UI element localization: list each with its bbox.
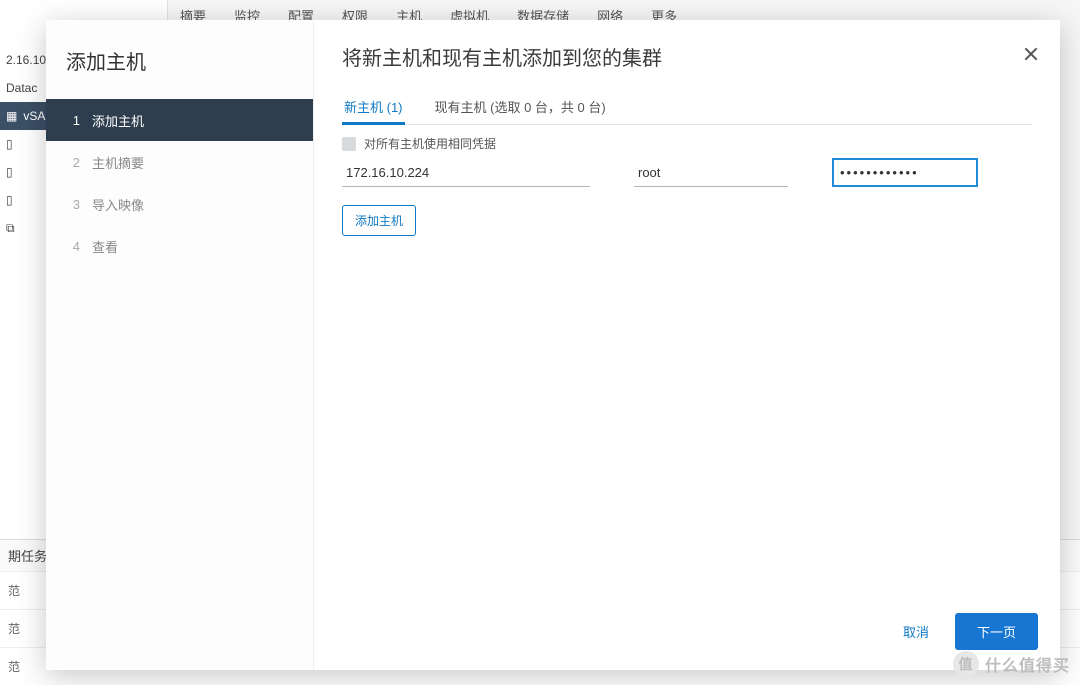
step-label: 主机摘要	[92, 153, 144, 172]
wizard-title: 将新主机和现有主机添加到您的集群	[314, 20, 1060, 91]
wizard-step-add-hosts[interactable]: 1 添加主机	[46, 99, 313, 141]
cancel-button[interactable]: 取消	[895, 614, 937, 649]
same-credentials-toggle[interactable]: 对所有主机使用相同凭据	[342, 135, 1032, 152]
next-button[interactable]: 下一页	[955, 613, 1038, 650]
host-username-input[interactable]	[634, 159, 788, 187]
wizard-step-review[interactable]: 4 查看	[46, 225, 313, 267]
wizard-step-host-summary[interactable]: 2 主机摘要	[46, 141, 313, 183]
wizard-step-import-image[interactable]: 3 导入映像	[46, 183, 313, 225]
host-ip-input[interactable]	[342, 159, 590, 187]
close-icon[interactable]	[1020, 44, 1042, 66]
wizard-main: 将新主机和现有主机添加到您的集群 新主机 (1) 现有主机 (选取 0 台，共 …	[314, 20, 1060, 670]
same-credentials-label: 对所有主机使用相同凭据	[364, 135, 496, 152]
step-label: 查看	[92, 237, 118, 256]
step-label: 添加主机	[92, 111, 144, 130]
tab-existing-hosts[interactable]: 现有主机 (选取 0 台，共 0 台)	[433, 91, 608, 124]
host-row	[342, 158, 1032, 187]
wizard-footer: 取消 下一页	[314, 597, 1060, 670]
tab-new-hosts[interactable]: 新主机 (1)	[342, 91, 405, 124]
host-password-input[interactable]	[832, 158, 978, 187]
step-label: 导入映像	[92, 195, 144, 214]
add-hosts-wizard: 添加主机 1 添加主机 2 主机摘要 3 导入映像 4 查看 将新主机和现有主机…	[46, 20, 1060, 670]
wizard-sidebar: 添加主机 1 添加主机 2 主机摘要 3 导入映像 4 查看	[46, 20, 314, 670]
checkbox-icon	[342, 137, 356, 151]
wizard-sidebar-title: 添加主机	[46, 20, 313, 99]
add-host-button[interactable]: 添加主机	[342, 205, 416, 236]
host-tabs: 新主机 (1) 现有主机 (选取 0 台，共 0 台)	[342, 91, 1032, 125]
